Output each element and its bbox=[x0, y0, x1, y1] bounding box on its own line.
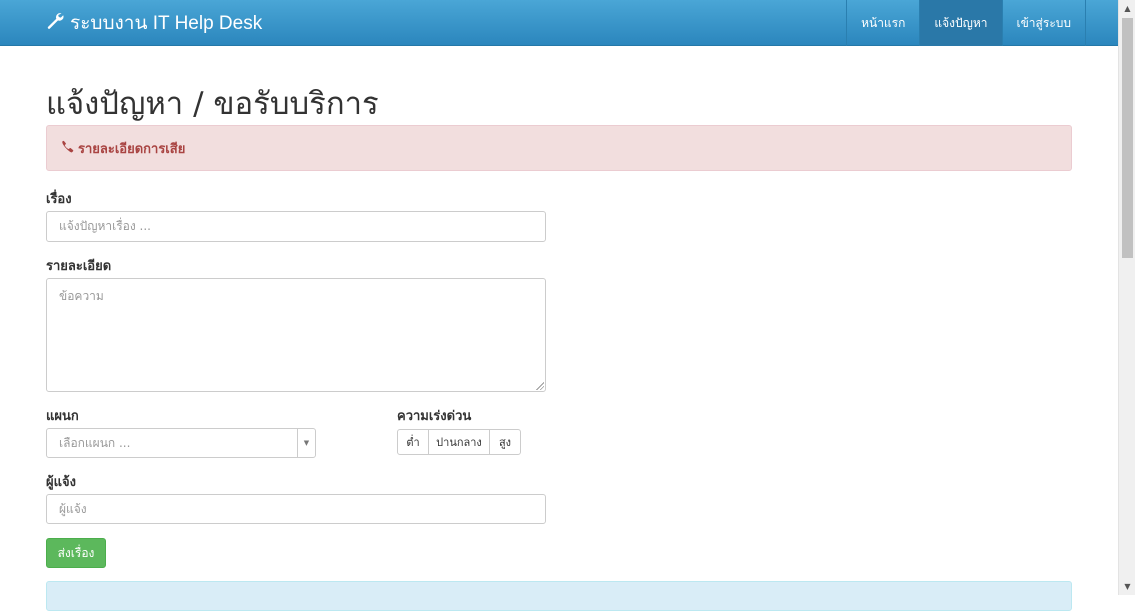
nav-item-home[interactable]: หน้าแรก bbox=[846, 0, 919, 46]
scroll-down-arrow-icon[interactable]: ▼ bbox=[1119, 578, 1135, 595]
urgency-medium-button[interactable]: ปานกลาง bbox=[428, 429, 490, 455]
info-panel bbox=[46, 581, 1072, 611]
nav-menu: หน้าแรก แจ้งปัญหา เข้าสู่ระบบ bbox=[846, 0, 1086, 46]
reporter-input[interactable]: ผู้แจ้ง bbox=[46, 494, 546, 524]
reporter-label: ผู้แจ้ง bbox=[46, 475, 76, 490]
subject-label: เรื่อง bbox=[46, 192, 72, 207]
wrench-icon bbox=[46, 11, 64, 35]
vertical-scrollbar[interactable]: ▲ ▼ bbox=[1118, 0, 1135, 595]
top-navbar: ระบบงาน IT Help Desk หน้าแรก แจ้งปัญหา เ… bbox=[0, 0, 1118, 46]
brand[interactable]: ระบบงาน IT Help Desk bbox=[46, 0, 262, 46]
scrollbar-thumb[interactable] bbox=[1122, 18, 1133, 258]
alert-danger: รายละเอียดการเสีย bbox=[46, 125, 1072, 171]
details-label: รายละเอียด bbox=[46, 259, 112, 274]
details-placeholder: ข้อความ bbox=[59, 289, 104, 303]
alert-text: รายละเอียดการเสีย bbox=[78, 141, 186, 157]
department-selected: เลือกแผนก ... bbox=[59, 435, 131, 450]
subject-input[interactable]: แจ้งปัญหาเรื่อง ... bbox=[46, 211, 546, 242]
submit-button[interactable]: ส่งเรื่อง bbox=[46, 538, 106, 568]
reporter-placeholder: ผู้แจ้ง bbox=[59, 501, 87, 516]
urgency-high-button[interactable]: สูง bbox=[489, 429, 521, 455]
phone-icon bbox=[61, 140, 74, 157]
urgency-label: ความเร่งด่วน bbox=[397, 409, 472, 424]
nav-item-report-problem[interactable]: แจ้งปัญหา bbox=[919, 0, 1002, 46]
details-textarea[interactable]: ข้อความ bbox=[46, 278, 546, 392]
urgency-button-group: ต่ำ ปานกลาง สูง bbox=[397, 429, 521, 455]
urgency-low-button[interactable]: ต่ำ bbox=[397, 429, 429, 455]
resize-grip-icon[interactable] bbox=[536, 382, 544, 390]
scroll-up-arrow-icon[interactable]: ▲ bbox=[1119, 0, 1135, 17]
page-title: แจ้งปัญหา / ขอรับบริการ bbox=[46, 86, 379, 122]
subject-placeholder: แจ้งปัญหาเรื่อง ... bbox=[59, 219, 151, 233]
department-select[interactable]: เลือกแผนก ... ▼ bbox=[46, 428, 316, 458]
chevron-down-icon[interactable]: ▼ bbox=[297, 429, 315, 457]
brand-label: ระบบงาน IT Help Desk bbox=[70, 13, 263, 34]
nav-item-login[interactable]: เข้าสู่ระบบ bbox=[1001, 0, 1086, 46]
department-label: แผนก bbox=[46, 409, 79, 424]
